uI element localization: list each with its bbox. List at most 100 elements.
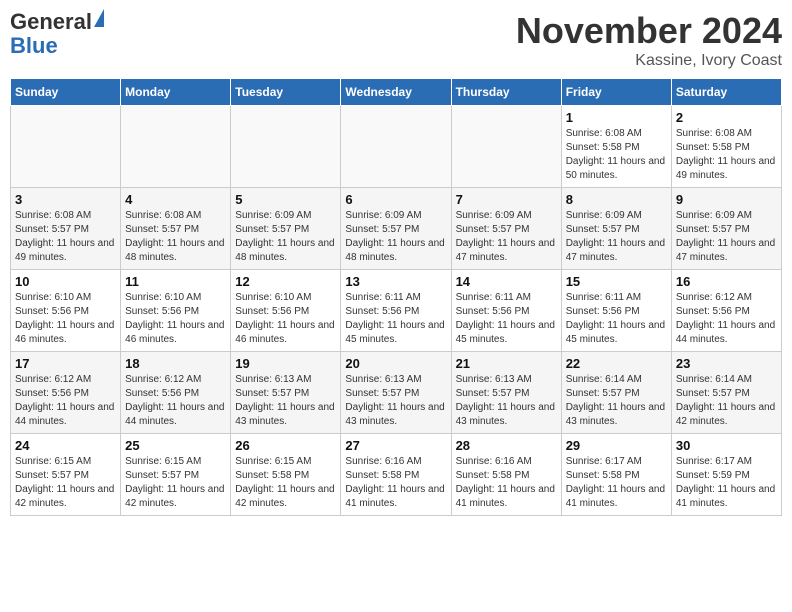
table-row: 26 Sunrise: 6:15 AM Sunset: 5:58 PM Dayli… [231, 434, 341, 516]
day-info: Sunrise: 6:12 AM Sunset: 5:56 PM Dayligh… [676, 291, 777, 347]
table-row: 13Sunrise: 6:11 AM Sunset: 5:56 PM Dayli… [341, 270, 451, 352]
day-info: Sunrise: 6:10 AM Sunset: 5:56 PM Dayligh… [15, 291, 116, 347]
day-number: 27 [345, 438, 446, 453]
day-number: 15 [566, 274, 667, 289]
day-number: 1 [566, 110, 667, 125]
day-header-thursday: Thursday [451, 79, 561, 106]
title-area: November 2024 Kassine, Ivory Coast [516, 10, 782, 70]
table-row: 22 Sunrise: 6:14 AM Sunset: 5:57 PM Dayli… [561, 352, 671, 434]
table-row: 17 Sunrise: 6:12 AM Sunset: 5:56 PM Dayli… [11, 352, 121, 434]
table-row: 9 Sunrise: 6:09 AM Sunset: 5:57 PM Daylig… [671, 188, 781, 270]
table-row: 27 Sunrise: 6:16 AM Sunset: 5:58 PM Dayli… [341, 434, 451, 516]
table-row: 16 Sunrise: 6:12 AM Sunset: 5:56 PM Dayli… [671, 270, 781, 352]
table-row: 11 Sunrise: 6:10 AM Sunset: 5:56 PM Dayli… [121, 270, 231, 352]
day-info: Sunrise: 6:14 AM Sunset: 5:57 PM Dayligh… [566, 373, 667, 429]
calendar-week-4: 17 Sunrise: 6:12 AM Sunset: 5:56 PM Dayli… [11, 352, 782, 434]
day-info: Sunrise: 6:11 AM Sunset: 5:56 PM Dayligh… [566, 291, 667, 347]
day-info: Sunrise: 6:09 AM Sunset: 5:57 PM Dayligh… [235, 209, 336, 265]
table-row: 12Sunrise: 6:10 AM Sunset: 5:56 PM Dayli… [231, 270, 341, 352]
day-info: Sunrise: 6:09 AM Sunset: 5:57 PM Dayligh… [566, 209, 667, 265]
day-number: 10 [15, 274, 116, 289]
calendar-week-3: 10 Sunrise: 6:10 AM Sunset: 5:56 PM Dayli… [11, 270, 782, 352]
table-row [121, 106, 231, 188]
table-row: 25 Sunrise: 6:15 AM Sunset: 5:57 PM Dayli… [121, 434, 231, 516]
day-number: 21 [456, 356, 557, 371]
day-info: Sunrise: 6:15 AM Sunset: 5:58 PM Dayligh… [235, 455, 336, 511]
table-row: 14 Sunrise: 6:11 AM Sunset: 5:56 PM Dayli… [451, 270, 561, 352]
day-info: Sunrise: 6:09 AM Sunset: 5:57 PM Dayligh… [345, 209, 446, 265]
table-row: 4 Sunrise: 6:08 AM Sunset: 5:57 PM Daylig… [121, 188, 231, 270]
day-number: 7 [456, 192, 557, 207]
table-row [231, 106, 341, 188]
day-header-friday: Friday [561, 79, 671, 106]
day-info: Sunrise: 6:12 AM Sunset: 5:56 PM Dayligh… [15, 373, 116, 429]
day-info: Sunrise: 6:12 AM Sunset: 5:56 PM Dayligh… [125, 373, 226, 429]
day-number: 16 [676, 274, 777, 289]
table-row: 3 Sunrise: 6:08 AM Sunset: 5:57 PM Daylig… [11, 188, 121, 270]
table-row: 8 Sunrise: 6:09 AM Sunset: 5:57 PM Daylig… [561, 188, 671, 270]
calendar-week-2: 3 Sunrise: 6:08 AM Sunset: 5:57 PM Daylig… [11, 188, 782, 270]
day-number: 4 [125, 192, 226, 207]
calendar: SundayMondayTuesdayWednesdayThursdayFrid… [10, 78, 782, 516]
table-row [11, 106, 121, 188]
day-number: 8 [566, 192, 667, 207]
day-number: 28 [456, 438, 557, 453]
day-header-wednesday: Wednesday [341, 79, 451, 106]
day-number: 22 [566, 356, 667, 371]
day-number: 19 [235, 356, 336, 371]
logo: General Blue [10, 10, 104, 58]
table-row: 24 Sunrise: 6:15 AM Sunset: 5:57 PM Dayli… [11, 434, 121, 516]
day-info: Sunrise: 6:16 AM Sunset: 5:58 PM Dayligh… [456, 455, 557, 511]
table-row: 10 Sunrise: 6:10 AM Sunset: 5:56 PM Dayli… [11, 270, 121, 352]
day-info: Sunrise: 6:11 AM Sunset: 5:56 PM Dayligh… [456, 291, 557, 347]
calendar-week-5: 24 Sunrise: 6:15 AM Sunset: 5:57 PM Dayli… [11, 434, 782, 516]
day-header-saturday: Saturday [671, 79, 781, 106]
day-info: Sunrise: 6:08 AM Sunset: 5:57 PM Dayligh… [125, 209, 226, 265]
day-info: Sunrise: 6:15 AM Sunset: 5:57 PM Dayligh… [125, 455, 226, 511]
day-header-monday: Monday [121, 79, 231, 106]
day-info: Sunrise: 6:15 AM Sunset: 5:57 PM Dayligh… [15, 455, 116, 511]
table-row [341, 106, 451, 188]
day-number: 14 [456, 274, 557, 289]
day-header-sunday: Sunday [11, 79, 121, 106]
day-info: Sunrise: 6:09 AM Sunset: 5:57 PM Dayligh… [676, 209, 777, 265]
day-info: Sunrise: 6:08 AM Sunset: 5:57 PM Dayligh… [15, 209, 116, 265]
table-row [451, 106, 561, 188]
day-number: 2 [676, 110, 777, 125]
table-row: 30Sunrise: 6:17 AM Sunset: 5:59 PM Dayli… [671, 434, 781, 516]
day-number: 13 [345, 274, 446, 289]
location: Kassine, Ivory Coast [516, 52, 782, 70]
day-info: Sunrise: 6:08 AM Sunset: 5:58 PM Dayligh… [566, 127, 667, 183]
header: General Blue November 2024 Kassine, Ivor… [10, 10, 782, 70]
table-row: 6Sunrise: 6:09 AM Sunset: 5:57 PM Daylig… [341, 188, 451, 270]
day-info: Sunrise: 6:16 AM Sunset: 5:58 PM Dayligh… [345, 455, 446, 511]
day-info: Sunrise: 6:10 AM Sunset: 5:56 PM Dayligh… [125, 291, 226, 347]
table-row: 28 Sunrise: 6:16 AM Sunset: 5:58 PM Dayli… [451, 434, 561, 516]
table-row: 21Sunrise: 6:13 AM Sunset: 5:57 PM Dayli… [451, 352, 561, 434]
calendar-week-1: 1 Sunrise: 6:08 AM Sunset: 5:58 PM Daylig… [11, 106, 782, 188]
day-number: 26 [235, 438, 336, 453]
day-number: 24 [15, 438, 116, 453]
logo-triangle-icon [94, 9, 104, 27]
table-row: 18Sunrise: 6:12 AM Sunset: 5:56 PM Dayli… [121, 352, 231, 434]
table-row: 20 Sunrise: 6:13 AM Sunset: 5:57 PM Dayli… [341, 352, 451, 434]
day-info: Sunrise: 6:10 AM Sunset: 5:56 PM Dayligh… [235, 291, 336, 347]
table-row: 19 Sunrise: 6:13 AM Sunset: 5:57 PM Dayli… [231, 352, 341, 434]
day-info: Sunrise: 6:13 AM Sunset: 5:57 PM Dayligh… [235, 373, 336, 429]
day-number: 25 [125, 438, 226, 453]
table-row: 5Sunrise: 6:09 AM Sunset: 5:57 PM Daylig… [231, 188, 341, 270]
day-number: 9 [676, 192, 777, 207]
day-number: 3 [15, 192, 116, 207]
day-number: 30 [676, 438, 777, 453]
day-info: Sunrise: 6:14 AM Sunset: 5:57 PM Dayligh… [676, 373, 777, 429]
day-number: 11 [125, 274, 226, 289]
day-number: 17 [15, 356, 116, 371]
day-number: 29 [566, 438, 667, 453]
table-row: 23 Sunrise: 6:14 AM Sunset: 5:57 PM Dayli… [671, 352, 781, 434]
day-info: Sunrise: 6:17 AM Sunset: 5:58 PM Dayligh… [566, 455, 667, 511]
month-title: November 2024 [516, 10, 782, 52]
day-number: 23 [676, 356, 777, 371]
day-number: 20 [345, 356, 446, 371]
day-info: Sunrise: 6:13 AM Sunset: 5:57 PM Dayligh… [345, 373, 446, 429]
table-row: 29 Sunrise: 6:17 AM Sunset: 5:58 PM Dayli… [561, 434, 671, 516]
